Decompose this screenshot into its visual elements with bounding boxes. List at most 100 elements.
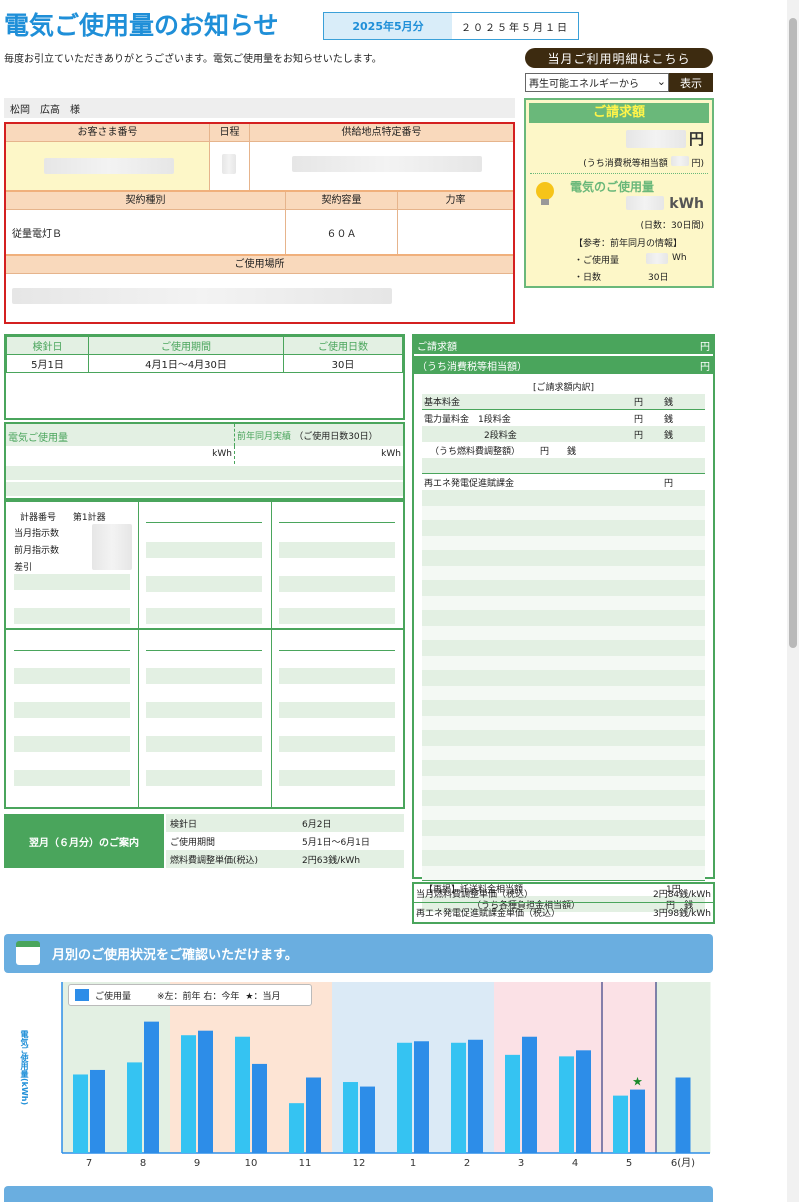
bar-previous-year <box>289 1103 304 1153</box>
bill-breakdown-panel: ご請求額 円 （うち消費税等相当額） 円 [ご請求額内訳] 基本料金 円 銭 電… <box>412 334 715 912</box>
chart-season-band <box>602 982 657 1153</box>
prev-kwh-unit: kWh <box>234 446 403 464</box>
lightbulb-icon <box>536 182 554 200</box>
tier2-yen: 円 <box>634 430 644 441</box>
prev-year-days: （ご使用日数30日） <box>294 432 378 442</box>
energy-fee-yen: 円 <box>634 414 644 425</box>
bar-previous-year <box>343 1082 358 1153</box>
next-read-date-label: 検針日 <box>170 819 198 830</box>
monthly-detail-button[interactable]: 当月ご利用明細はこちら <box>525 48 713 68</box>
chart-season-band <box>386 982 441 1153</box>
base-fee-yen: 円 <box>634 398 644 408</box>
chart-season-band <box>494 982 549 1153</box>
bar-current-year <box>630 1089 645 1153</box>
show-button[interactable]: 表示 <box>669 73 713 92</box>
contract-capacity-header: 契約容量 <box>286 192 397 210</box>
period-header: ご使用期間 <box>88 336 284 355</box>
chart-season-band <box>332 982 387 1153</box>
next-fuel-value: 2円63銭/kWh <box>302 855 361 866</box>
renew-unit-label: 再エネ発電促進賦課金単価（税込） <box>416 909 561 919</box>
monthly-usage-banner: 月別のご使用状況をご確認いただけます。 <box>4 934 713 973</box>
chart-season-band <box>440 982 495 1153</box>
bar-current-year <box>576 1050 591 1153</box>
fuel-unit-label: 当月燃料費調整単価（税込） <box>416 889 534 900</box>
bill-yen: 円 <box>688 130 704 148</box>
meter-readings-box: 計器番号 第1計器 当月指示数 前月指示数 差引 <box>4 500 405 809</box>
x-tick-label: 9 <box>194 1158 200 1169</box>
days-header: ご使用日数 <box>283 336 403 355</box>
usage-title: 電気のご使用量 <box>570 180 655 194</box>
renewable-levy-yen: 円 <box>664 478 674 489</box>
x-tick-label: 12 <box>353 1158 366 1169</box>
x-tick-label: 2 <box>464 1158 470 1169</box>
legend-label: ご使用量 <box>95 991 132 1002</box>
bar-current-year <box>360 1086 375 1153</box>
breakdown-title: [ご請求額内訳] <box>532 383 595 393</box>
fuel-adjust-label: （うち燃料費調整額） <box>430 446 521 457</box>
bar-current-year <box>252 1063 267 1153</box>
next-section-banner <box>4 1186 713 1202</box>
bar-previous-year <box>397 1042 412 1153</box>
customer-name: 松岡 広高 様 <box>4 98 515 118</box>
x-tick-label: 6(月) <box>671 1157 695 1169</box>
tax-note: (うち消費税等相当額 <box>583 159 668 169</box>
prev-year-label: 前年同月実績 <box>237 432 292 442</box>
bill-tax-row: （うち消費税等相当額） 円 <box>414 356 713 374</box>
bar-previous-year <box>73 1074 88 1153</box>
detail-select[interactable]: 再生可能エネルギーから ⌄ <box>525 73 669 92</box>
greeting-text: 毎度お引立ていただきありがとうございます。電気ご使用量をお知らせいたします。 <box>4 54 382 65</box>
bill-tax-label: （うち消費税等相当額） <box>417 361 527 373</box>
bar-current-year <box>144 1021 159 1153</box>
x-tick-label: 3 <box>518 1158 524 1169</box>
customer-info-box: お客さま番号 日程 供給地点特定番号 契約種別 従量電灯Ｂ 契約容量 ６０Ａ 力… <box>4 122 515 324</box>
next-month-info: 翌月（６月分）のご案内 検針日 6月2日 ご使用期間 5月1日～6月1日 燃料費… <box>4 814 404 868</box>
days-note: (日数：30日間) <box>640 221 704 231</box>
x-tick-label: 10 <box>245 1158 258 1169</box>
energy-fee-label: 電力量料金 1段料金 <box>424 414 511 425</box>
chart-legend: ご使用量 ※左：前年 右：今年 ★：当月 <box>68 984 312 1006</box>
legend-note: ※左：前年 右：今年 <box>157 991 240 1002</box>
reference-days-value: 30日 <box>648 273 669 283</box>
usage-location-header: ご使用場所 <box>6 256 513 274</box>
bill-total-label: ご請求額 <box>417 341 457 353</box>
banner-text: 月別のご使用状況をご確認いただけます。 <box>52 948 298 963</box>
bar-current-year <box>468 1039 483 1153</box>
bill-total-yen: 円 <box>700 341 710 353</box>
billing-month: 2025年5月分 <box>324 13 452 39</box>
legend-swatch <box>75 989 89 1001</box>
usage-box: 電気ご使用量 前年同月実績 （ご使用日数30日） kWh kWh <box>4 422 405 500</box>
contract-type: 従量電灯Ｂ <box>12 228 62 240</box>
next-read-date: 6月2日 <box>302 819 332 830</box>
bar-previous-year <box>559 1056 574 1153</box>
reference-days-label: ・日数 <box>574 273 602 283</box>
read-date-header: 検針日 <box>6 336 89 355</box>
summary-card: ご請求額 円 (うち消費税等相当額 円) 電気のご使用量 kWh (日数：30日… <box>524 98 714 288</box>
x-tick-label: 11 <box>299 1158 312 1169</box>
bar-current-year <box>414 1041 429 1153</box>
issue-date: ２０２５年５月１日 <box>461 22 569 34</box>
next-period-label: ご使用期間 <box>170 837 216 848</box>
usage-period: 4月1日～4月30日 <box>88 354 284 373</box>
bill-amount-title: ご請求額 <box>529 103 709 123</box>
chart-season-band <box>278 982 333 1153</box>
bar-current-year <box>675 1077 691 1153</box>
x-tick-label: 4 <box>572 1158 578 1169</box>
meter-period-box: 検針日 ご使用期間 ご使用日数 5月1日 4月1日～4月30日 30日 <box>4 334 405 420</box>
scrollbar-thumb[interactable] <box>789 18 797 648</box>
current-month-star-icon: ★ <box>632 1075 643 1089</box>
bar-previous-year <box>505 1054 520 1153</box>
supply-point-header: 供給地点特定番号 <box>250 124 513 142</box>
bar-current-year <box>90 1069 105 1153</box>
page-title: 電気ご使用量のお知らせ <box>4 11 279 40</box>
billing-month-box: 2025年5月分 ２０２５年５月１日 <box>323 12 579 40</box>
reference-usage-label: ・ご使用量 <box>574 256 620 266</box>
tier2-label: 2段料金 <box>484 430 517 441</box>
usage-label: 電気ご使用量 <box>8 433 68 444</box>
meter-number-label: 計器番号 <box>20 513 57 523</box>
usage-kwh: kWh <box>669 196 704 212</box>
usage-chart: ★ 7 8 9 10 11 12 1 2 3 4 5 6(月) <box>4 980 713 1170</box>
power-factor-header: 力率 <box>398 192 513 210</box>
usage-chart-svg: ★7 8 9 10 11 12 1 2 3 4 5 6(月) <box>61 982 711 1169</box>
contract-capacity: ６０Ａ <box>326 228 357 240</box>
reference-usage-unit: Wh <box>672 253 687 263</box>
